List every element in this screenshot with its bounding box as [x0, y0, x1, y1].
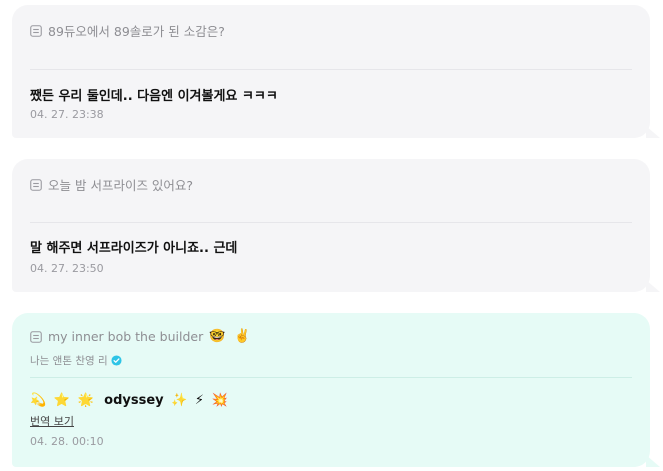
- question-row: my inner bob the builder 🤓 ✌️: [30, 329, 254, 344]
- timestamp: 04. 27. 23:50: [30, 262, 104, 275]
- question-text: my inner bob the builder: [48, 329, 204, 344]
- author-row: 나는 앤톤 찬영 리: [30, 353, 122, 368]
- divider: [30, 222, 632, 223]
- question-icon: [30, 330, 42, 343]
- qa-card-3[interactable]: my inner bob the builder 🤓 ✌️ 나는 앤톤 찬영 리…: [12, 313, 650, 467]
- verified-badge-icon: [111, 355, 122, 366]
- question-icon: [30, 24, 42, 37]
- star-emoji-icon: ⭐: [53, 393, 70, 408]
- timestamp: 04. 28. 00:10: [30, 435, 104, 448]
- timestamp: 04. 27. 23:38: [30, 108, 104, 121]
- question-row: 89듀오에서 89솔로가 된 소감은?: [30, 21, 225, 40]
- collision-emoji-icon: 💥: [211, 393, 228, 408]
- answer-text: odyssey: [104, 393, 164, 408]
- question-text: 오늘 밤 서프라이즈 있어요?: [48, 178, 194, 193]
- sparkles-emoji-icon: ✨: [171, 393, 188, 408]
- translate-link[interactable]: 번역 보기: [30, 413, 74, 429]
- dizzy-emoji-icon: 💫: [30, 393, 47, 408]
- divider: [30, 69, 632, 70]
- qa-card-2[interactable]: 오늘 밤 서프라이즈 있어요? 말 해주면 서프라이즈가 아니죠.. 근데 04…: [12, 159, 650, 292]
- question-row: 오늘 밤 서프라이즈 있어요?: [30, 175, 193, 194]
- glowing-star-emoji-icon: 🌟: [77, 393, 94, 408]
- qa-card-1[interactable]: 89듀오에서 89솔로가 된 소감은? 쨌든 우리 둘인데.. 다음엔 이겨볼게…: [12, 5, 650, 138]
- lightning-emoji-icon: ⚡: [194, 393, 205, 408]
- nerd-face-emoji-icon: 🤓: [209, 329, 226, 344]
- author-name: 나는 앤톤 찬영 리: [30, 355, 108, 367]
- victory-hand-emoji-icon: ✌️: [234, 329, 251, 344]
- answer-text: 말 해주면 서프라이즈가 아니죠.. 근데: [30, 241, 238, 256]
- answer-row: 💫 ⭐ 🌟 odyssey ✨ ⚡ 💥: [30, 393, 231, 408]
- question-text: 89듀오에서 89솔로가 된 소감은?: [48, 24, 225, 39]
- answer-text: 쨌든 우리 둘인데.. 다음엔 이겨볼게요 ㅋㅋㅋ: [30, 89, 278, 104]
- divider: [30, 377, 632, 378]
- question-icon: [30, 178, 42, 191]
